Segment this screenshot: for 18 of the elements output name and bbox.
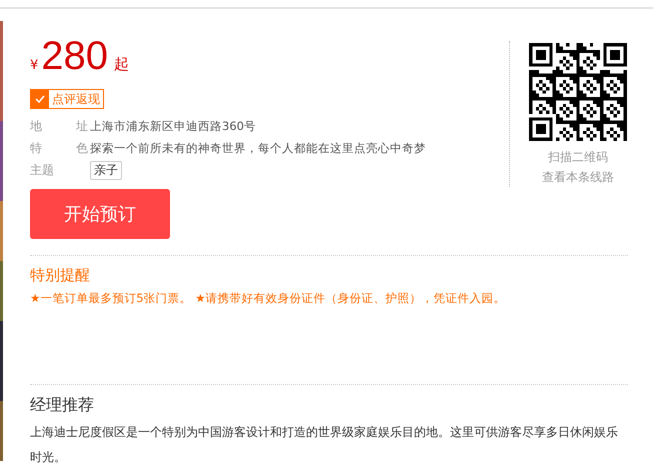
price-suffix: 起 [114,55,130,74]
notice-text: ★一笔订单最多预订5张门票。 ★请携带好有效身份证件（身份证、护照），凭证件入园。 [30,291,507,306]
qr-caption: 扫描二维码 [548,149,608,166]
info-label: 址 [76,118,88,134]
currency-symbol: ¥ [30,58,38,73]
info-value: 探索一个前所未有的神奇世界，每个人都能在这里点亮心中奇梦 [90,140,426,156]
info-label: 地 [30,118,42,134]
info-value: 上海市浦东新区申迪西路360号 [90,118,256,134]
theme-tag[interactable]: 亲子 [90,160,122,180]
price-amount: 280 [41,33,108,79]
recommend-text: 上海迪士尼度假区是一个特别为中国游客设计和打造的世界级家庭娱乐目的地。这里可供游客尽享多日休闲娱乐时光。 [30,424,619,466]
info-label: 色 [76,140,88,156]
qr-caption: 查看本条线路 [542,169,614,186]
section-title: 特别提醒 [30,266,91,285]
section-title: 经理推荐 [30,395,95,416]
cashback-badge: 点评返现 [30,89,104,109]
info-label: 主题 [30,162,54,178]
info-label: 特 [30,140,42,156]
